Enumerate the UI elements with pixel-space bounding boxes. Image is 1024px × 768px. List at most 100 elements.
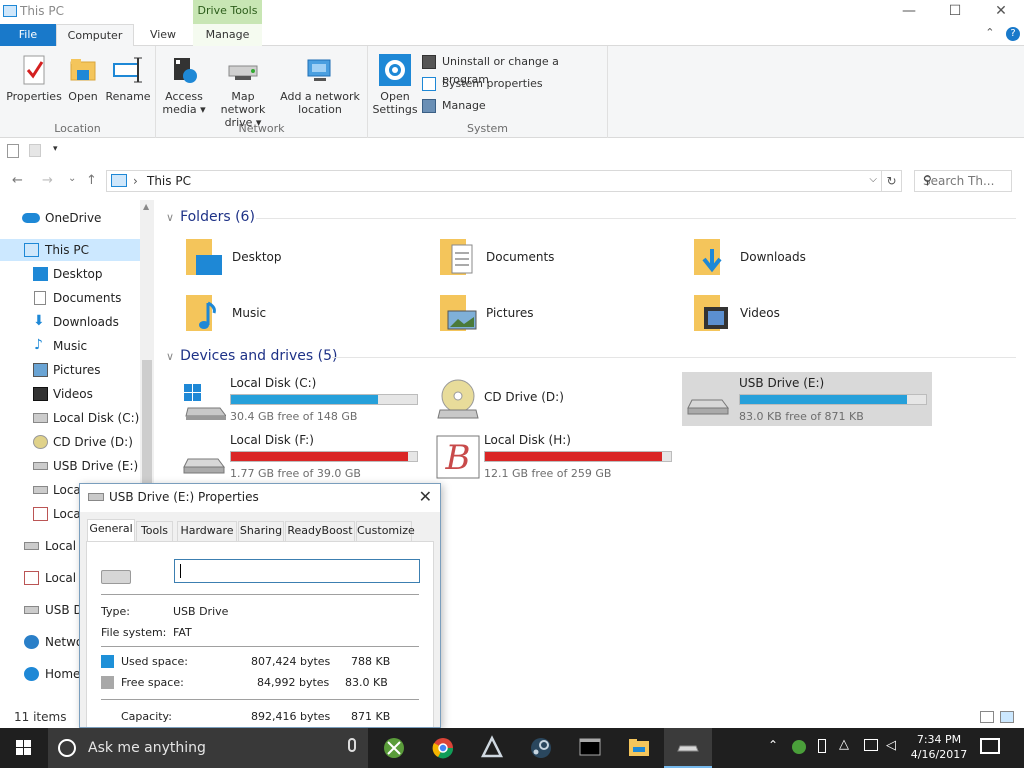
tab-file[interactable]: File (0, 24, 56, 46)
search-input[interactable]: Search Th... ⚲ (914, 170, 1012, 192)
rename-icon (112, 54, 144, 86)
sidebar-item-downloads[interactable]: ⬇ Downloads (0, 311, 140, 333)
xbox-app-icon[interactable] (370, 728, 418, 768)
volume-icon[interactable]: ◁ (886, 738, 896, 753)
start-button[interactable] (0, 728, 48, 768)
drive-local-disk-f[interactable]: Local Disk (F:) 1.77 GB free of 39.0 GB (178, 429, 428, 483)
dialog-close-button[interactable]: ✕ (419, 487, 432, 506)
drive-local-disk-h[interactable]: B Local Disk (H:) 12.1 GB free of 259 GB (432, 429, 682, 483)
taskbar-clock[interactable]: 7:34 PM 4/16/2017 (906, 732, 972, 762)
sidebar-item-onedrive[interactable]: OneDrive (0, 207, 140, 229)
action-center-icon[interactable] (980, 738, 1000, 754)
rename-button[interactable]: Rename (104, 54, 152, 103)
steam-app-icon[interactable] (517, 728, 565, 768)
sidebar-item-desktop[interactable]: Desktop (0, 263, 140, 285)
music-icon: ♪ (34, 337, 43, 353)
drives-group-header[interactable]: ∨ Devices and drives (5) (166, 348, 337, 364)
uninstall-program-button[interactable]: Uninstall or change a program (422, 53, 607, 86)
sidebar-item-this-pc[interactable]: This PC (0, 239, 140, 261)
file-explorer-app-icon[interactable] (615, 728, 663, 768)
wifi-icon[interactable] (864, 739, 878, 751)
network-status-icon[interactable] (792, 740, 806, 754)
tab-customize[interactable]: Customize (356, 521, 415, 541)
tab-readyboost[interactable]: ReadyBoost (285, 521, 355, 541)
drive-name-input[interactable] (174, 559, 420, 583)
folder-downloads[interactable]: Downloads (692, 235, 942, 285)
usb-properties-app-icon[interactable] (664, 728, 712, 768)
drive-tools-label: Drive Tools (197, 4, 258, 17)
dialog-title: USB Drive (E:) Properties (109, 490, 259, 504)
large-icons-view-icon[interactable] (1000, 711, 1014, 723)
folder-documents[interactable]: Documents (438, 235, 688, 285)
usb-eject-icon[interactable] (818, 739, 826, 753)
show-hidden-icons-icon[interactable]: ⌃ (768, 738, 778, 752)
cortana-icon (58, 739, 76, 757)
refresh-button[interactable]: ↻ (882, 170, 902, 192)
drive-cd-drive-d[interactable]: CD Drive (D:) (432, 372, 682, 426)
add-network-location-button[interactable]: Add a network location (280, 54, 360, 116)
desktop-folder-icon (186, 239, 222, 275)
help-icon[interactable]: ? (1006, 27, 1020, 41)
folders-group-header[interactable]: ∨ Folders (6) (166, 209, 255, 225)
collapse-ribbon-icon[interactable]: ⌃ (985, 26, 994, 39)
open-button[interactable]: Open (64, 54, 102, 103)
microphone-icon[interactable] (348, 738, 356, 752)
sidebar-item-pictures[interactable]: Pictures (0, 359, 140, 381)
details-view-icon[interactable] (980, 711, 994, 723)
properties-button[interactable]: Properties (6, 54, 62, 103)
recent-locations-button[interactable]: ⌄ (68, 173, 76, 184)
cmd-app-icon[interactable] (566, 728, 614, 768)
up-button[interactable]: ↑ (86, 173, 97, 188)
drive-local-disk-c[interactable]: Local Disk (C:) 30.4 GB free of 148 GB (178, 372, 428, 426)
tab-tools[interactable]: Tools (136, 521, 173, 541)
scroll-up-icon[interactable]: ▲ (143, 202, 149, 211)
address-bar[interactable]: › This PC ⌵ (106, 170, 882, 192)
close-button[interactable]: ✕ (978, 0, 1024, 24)
sidebar-item-music[interactable]: ♪ Music (0, 335, 140, 357)
tab-manage[interactable]: Manage (193, 24, 262, 46)
qat-customize-icon[interactable]: ▾ (53, 144, 58, 154)
tab-computer[interactable]: Computer (56, 24, 134, 47)
back-button[interactable]: ← (12, 173, 23, 188)
forward-button[interactable]: → (42, 173, 53, 188)
uninstall-icon (422, 55, 436, 69)
tab-hardware[interactable]: Hardware (177, 521, 237, 541)
folder-videos[interactable]: Videos (692, 291, 942, 341)
map-network-drive-button[interactable]: Map network drive ▾ (208, 54, 278, 129)
chrome-app-icon[interactable] (419, 728, 467, 768)
sidebar-item-label: CD Drive (D:) (53, 435, 133, 449)
tab-view[interactable]: View (138, 24, 188, 46)
sidebar-item-local-disk-c[interactable]: Local Disk (C:) (0, 407, 140, 429)
folder-pictures[interactable]: Pictures (438, 291, 688, 341)
title-bar: This PC Drive Tools — ☐ ✕ (0, 0, 1024, 24)
cortana-search-box[interactable]: Ask me anything (48, 728, 368, 768)
qat-newfolder-icon[interactable] (29, 144, 41, 157)
folder-desktop[interactable]: Desktop (184, 235, 434, 285)
qat-properties-icon[interactable] (7, 144, 19, 158)
tab-sharing[interactable]: Sharing (238, 521, 284, 541)
sidebar-item-documents[interactable]: Documents (0, 287, 140, 309)
maximize-button[interactable]: ☐ (932, 0, 978, 24)
unity-tray-icon[interactable]: △ (839, 737, 849, 752)
minimize-button[interactable]: — (886, 0, 932, 24)
dialog-title-bar[interactable]: USB Drive (E:) Properties ✕ (80, 484, 440, 512)
drive-icon (24, 542, 39, 550)
access-media-button[interactable]: Access media ▾ (162, 54, 206, 116)
cd-icon (33, 435, 48, 449)
address-dropdown-icon[interactable]: ⌵ (869, 174, 877, 185)
open-settings-button[interactable]: Open Settings (372, 54, 418, 116)
sidebar-item-cd-drive-d[interactable]: CD Drive (D:) (0, 431, 140, 453)
open-settings-label-2: Settings (372, 103, 418, 116)
tab-general[interactable]: General (87, 519, 135, 542)
drive-usb-drive-e[interactable]: USB Drive (E:) 83.0 KB free of 871 KB (682, 372, 932, 426)
free-space-size: 83.0 KB (345, 676, 388, 689)
sidebar-item-videos[interactable]: Videos (0, 383, 140, 405)
custom-drive-icon (24, 571, 39, 585)
system-properties-button[interactable]: System properties (422, 75, 543, 93)
sidebar-item-usb-drive-e[interactable]: USB Drive (E:) (0, 455, 140, 477)
unity-app-icon[interactable] (468, 728, 516, 768)
folder-music[interactable]: Music (184, 291, 434, 341)
breadcrumb-this-pc[interactable]: This PC (147, 174, 191, 188)
pc-icon (24, 243, 39, 257)
manage-button[interactable]: Manage (422, 97, 486, 115)
